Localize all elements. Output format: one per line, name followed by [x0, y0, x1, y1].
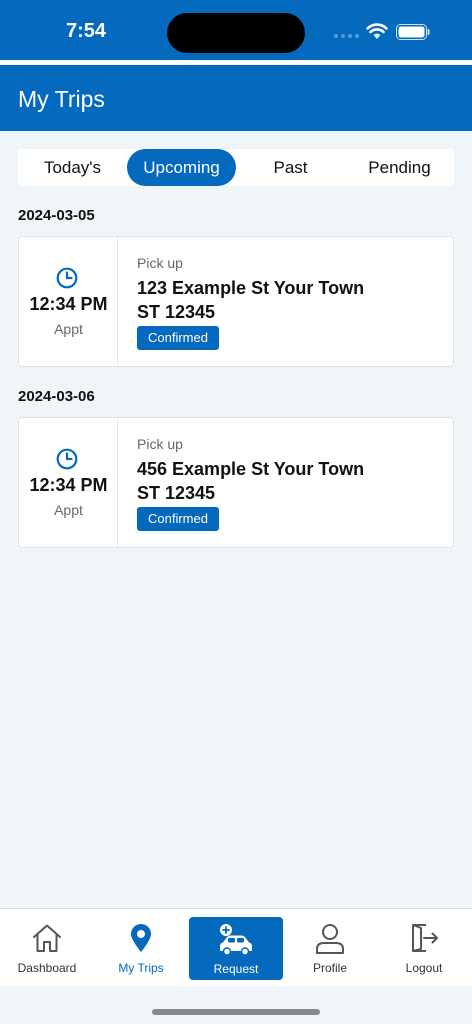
nav-label: Profile — [312, 961, 347, 975]
cellular-signal-icon — [334, 34, 359, 38]
status-bar: 7:54 — [0, 0, 472, 60]
nav-request-button[interactable]: Request — [189, 917, 283, 980]
tab-pending[interactable]: Pending — [345, 149, 454, 186]
clock-icon — [56, 448, 78, 470]
person-icon — [316, 924, 344, 954]
trip-time-type: Appt — [54, 321, 83, 337]
wifi-icon — [366, 23, 388, 39]
trip-filter-tabs: Today's Upcoming Past Pending — [18, 149, 454, 186]
trip-address-line1: 123 Example St Your Town — [137, 278, 365, 298]
tab-upcoming[interactable]: Upcoming — [127, 149, 236, 186]
nav-dashboard[interactable]: Dashboard — [0, 909, 94, 986]
home-indicator — [152, 1009, 320, 1015]
trip-time-type: Appt — [54, 502, 83, 518]
trip-address: 123 Example St Your Town ST 12345 — [137, 276, 437, 324]
trip-time: 12:34 PM — [29, 294, 108, 314]
bottom-nav: Dashboard My Trips Request Profile Logou… — [0, 908, 472, 986]
home-icon — [33, 924, 61, 952]
nav-my-trips[interactable]: My Trips — [94, 909, 188, 986]
nav-label: Logout — [405, 961, 443, 975]
battery-icon — [396, 24, 430, 40]
trip-address-line2: ST 12345 — [137, 302, 216, 322]
map-pin-icon — [131, 924, 151, 952]
car-plus-icon — [220, 924, 252, 956]
status-badge: Confirmed — [137, 326, 219, 350]
nav-logout[interactable]: Logout — [377, 909, 471, 986]
status-badge: Confirmed — [137, 507, 219, 531]
trip-date-heading: 2024-03-06 — [18, 388, 95, 405]
nav-label: My Trips — [118, 961, 164, 975]
trip-card[interactable]: 12:34 PM Appt Pick up 456 Example St You… — [18, 417, 454, 548]
trip-address-line1: 456 Example St Your Town — [137, 459, 365, 479]
clock-icon — [56, 267, 78, 289]
trip-address-line2: ST 12345 — [137, 483, 216, 503]
trip-date-heading: 2024-03-05 — [18, 207, 95, 224]
trip-time: 12:34 PM — [29, 475, 108, 495]
trip-kind: Pick up — [137, 436, 183, 452]
nav-profile[interactable]: Profile — [283, 909, 377, 986]
app-header: My Trips — [0, 65, 472, 131]
trip-address: 456 Example St Your Town ST 12345 — [137, 457, 437, 505]
tab-past[interactable]: Past — [236, 149, 345, 186]
page-title: My Trips — [18, 86, 105, 112]
logout-icon — [412, 924, 438, 952]
tab-todays[interactable]: Today's — [18, 149, 127, 186]
status-time: 7:54 — [66, 20, 107, 42]
trip-time-panel: 12:34 PM Appt — [19, 237, 118, 366]
nav-label: Request — [213, 962, 259, 976]
nav-label: Dashboard — [17, 961, 77, 975]
trip-kind: Pick up — [137, 255, 183, 271]
dynamic-island — [167, 13, 305, 53]
trip-time-panel: 12:34 PM Appt — [19, 418, 118, 547]
trip-card[interactable]: 12:34 PM Appt Pick up 123 Example St You… — [18, 236, 454, 367]
